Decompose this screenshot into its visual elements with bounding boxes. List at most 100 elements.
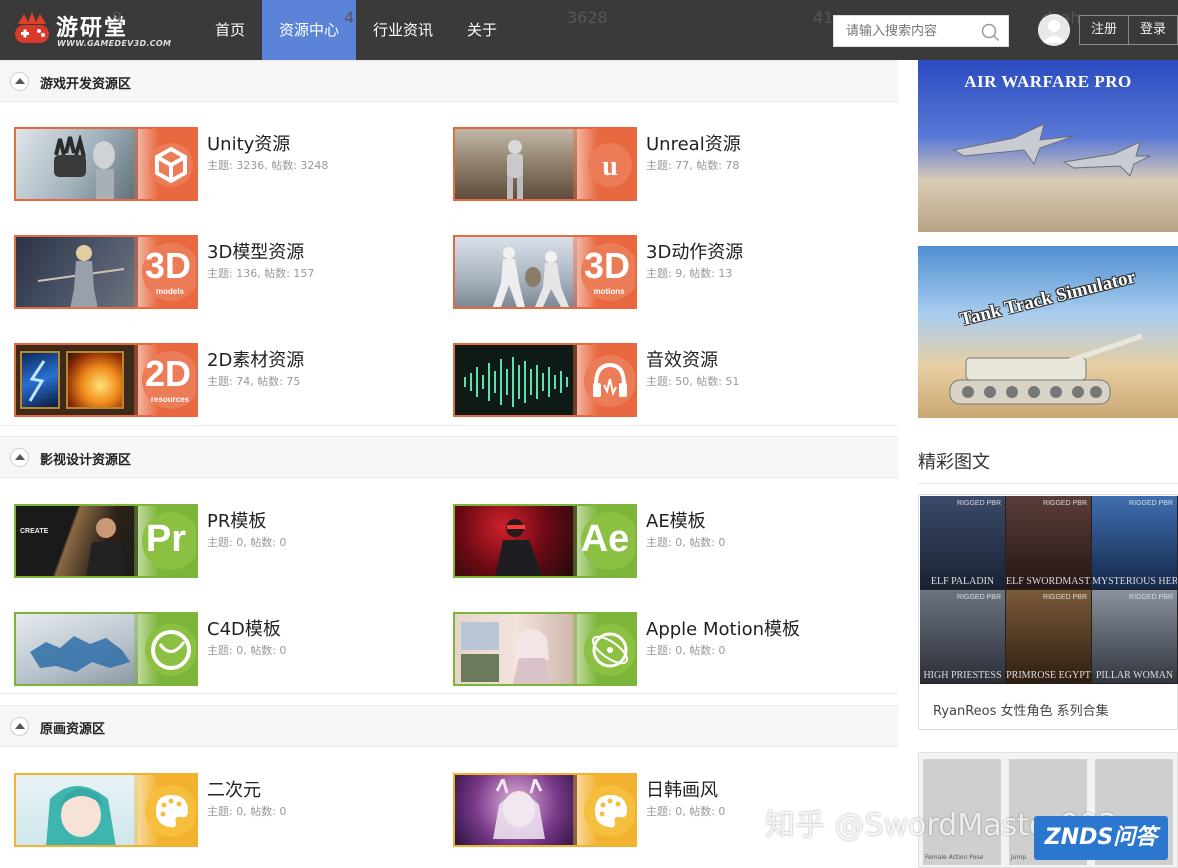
c4d-icon [144, 622, 198, 678]
section-header-game-dev: 游戏开发资源区 [0, 60, 898, 102]
featured-card[interactable]: RIGGED PBR ELF PALADIN RIGGED PBR ELF SW… [918, 494, 1178, 730]
forum-name[interactable]: 音效资源 [646, 346, 718, 372]
ad-banner-air-warfare[interactable]: AIR WARFARE PRO [918, 60, 1178, 232]
pose-label: Female Action Pose [925, 854, 983, 861]
forum-pr-templates[interactable]: CREATE Pr PR模板 主题: 0, 帖数: 0 [14, 504, 434, 578]
forum-badge-text: 3D [138, 245, 198, 287]
site-logo[interactable]: 游研堂 WWW.GAMEDEV3D.COM [10, 8, 160, 52]
nav-resource-center[interactable]: 资源中心 [262, 0, 356, 60]
forum-name[interactable]: C4D模板 [207, 615, 281, 641]
forum-stats: 主题: 3236, 帖数: 3248 [207, 157, 328, 173]
forum-thumbnail: Ae [453, 504, 637, 578]
search-icon[interactable] [980, 22, 1000, 42]
cell-tag: RIGGED PBR [1129, 594, 1173, 602]
forum-apple-motion-templates[interactable]: Apple Motion模板 主题: 0, 帖数: 0 [453, 612, 873, 686]
forum-name[interactable]: Unity资源 [207, 130, 290, 156]
forum-name[interactable]: Unreal资源 [646, 130, 741, 156]
forum-name[interactable]: Apple Motion模板 [646, 615, 800, 641]
forum-name[interactable]: 3D模型资源 [207, 238, 304, 264]
character-thumbnail: RIGGED PBR ELF SWORDMASTER [1006, 496, 1092, 590]
ad-title: AIR WARFARE PRO [918, 72, 1178, 92]
cell-label: ELF PALADIN [920, 576, 1005, 587]
forum-stats: 主题: 77, 帖数: 78 [646, 157, 739, 173]
collapse-toggle-icon[interactable] [10, 717, 29, 736]
section-title: 原画资源区 [40, 718, 105, 737]
forum-stats: 主题: 0, 帖数: 0 [207, 642, 286, 658]
forum-thumbnail: 3D models [14, 235, 198, 309]
forum-stats: 主题: 0, 帖数: 0 [646, 803, 725, 819]
forum-stats: 主题: 0, 帖数: 0 [207, 803, 286, 819]
login-button[interactable]: 登录 [1128, 16, 1177, 44]
forum-unity[interactable]: Unity资源 主题: 3236, 帖数: 3248 [14, 127, 434, 201]
cell-label: PRIMROSE EGYPT [1006, 670, 1091, 681]
cell-label: HIGH PRIESTESS [920, 670, 1005, 681]
palette-icon [583, 783, 637, 839]
cell-tag: RIGGED PBR [1043, 594, 1087, 602]
cell-tag: RIGGED PBR [957, 594, 1001, 602]
palette-icon [144, 783, 198, 839]
sidebar-divider [918, 483, 1178, 484]
ad-banner-tank-track[interactable]: Tank Track Simulator [918, 246, 1178, 418]
main-nav: 首页 资源中心 行业资讯 关于 [198, 0, 514, 60]
headphones-icon [583, 353, 637, 409]
ghost-number: 41 [813, 8, 833, 27]
forum-c4d-templates[interactable]: C4D模板 主题: 0, 帖数: 0 [14, 612, 434, 686]
collapse-toggle-icon[interactable] [10, 448, 29, 467]
sidebar-title: 精彩图文 [918, 448, 990, 474]
collapse-toggle-icon[interactable] [10, 72, 29, 91]
forum-anime-style[interactable]: 二次元 主题: 0, 帖数: 0 [14, 773, 434, 847]
forum-badge-text: Ae [575, 518, 635, 561]
featured-card-caption[interactable]: RyanReos 女性角色 系列合集 [933, 700, 1109, 719]
nav-about[interactable]: 关于 [450, 0, 514, 60]
gamepad-logo-icon [12, 10, 52, 50]
section-body-game-dev: Unity资源 主题: 3236, 帖数: 3248 u Unreal资源 主题… [0, 102, 898, 426]
forum-thumbnail: 3D motions [453, 235, 637, 309]
forum-3d-models[interactable]: 3D models 3D模型资源 主题: 136, 帖数: 157 [14, 235, 434, 309]
forum-stats: 主题: 74, 帖数: 75 [207, 373, 300, 389]
forum-sound[interactable]: 音效资源 主题: 50, 帖数: 51 [453, 343, 873, 417]
forum-name[interactable]: PR模板 [207, 507, 266, 533]
forum-badge-sub: resources [142, 395, 198, 404]
section-header-concept-art: 原画资源区 [0, 705, 898, 747]
section-body-concept-art: 二次元 主题: 0, 帖数: 0 日韩画风 主题: 0, 帖数: 0 [0, 747, 898, 868]
auth-buttons: 注册 登录 [1079, 15, 1178, 45]
ghost-number: 9 [112, 8, 122, 27]
unreal-icon: u [587, 139, 633, 191]
forum-name[interactable]: 日韩画风 [646, 776, 718, 802]
forum-2d-resources[interactable]: 2D resources 2D素材资源 主题: 74, 帖数: 75 [14, 343, 434, 417]
forum-stats: 主题: 136, 帖数: 157 [207, 265, 314, 281]
cell-tag: RIGGED PBR [1129, 500, 1173, 508]
forum-name[interactable]: 3D动作资源 [646, 238, 743, 264]
forum-unreal[interactable]: u Unreal资源 主题: 77, 帖数: 78 [453, 127, 873, 201]
forum-thumbnail [14, 773, 198, 847]
forum-badge-text: 3D [577, 245, 637, 287]
nav-industry-news[interactable]: 行业资讯 [356, 0, 450, 60]
character-thumbnail: RIGGED PBR MYSTERIOUS HEROINE XX [1092, 496, 1178, 590]
forum-stats: 主题: 0, 帖数: 0 [646, 642, 725, 658]
znds-logo: ZNDS问答 [1034, 816, 1168, 860]
section-title: 影视设计资源区 [40, 449, 131, 468]
forum-badge-text: 2D [138, 353, 198, 395]
forum-ae-templates[interactable]: Ae AE模板 主题: 0, 帖数: 0 [453, 504, 873, 578]
register-button[interactable]: 注册 [1080, 16, 1128, 44]
forum-name[interactable]: 二次元 [207, 776, 261, 802]
top-navbar: 游研堂 WWW.GAMEDEV3D.COM 首页 资源中心 行业资讯 关于 9 … [0, 0, 1178, 60]
section-title: 游戏开发资源区 [40, 73, 131, 92]
character-thumbnail: RIGGED PBR HIGH PRIESTESS [920, 590, 1006, 684]
motion-icon [583, 622, 637, 678]
forum-name[interactable]: AE模板 [646, 507, 706, 533]
user-avatar-icon[interactable] [1038, 14, 1070, 46]
forum-badge-text: Pr [136, 518, 196, 561]
cell-tag: RIGGED PBR [957, 500, 1001, 508]
nav-home[interactable]: 首页 [198, 0, 262, 60]
forum-stats: 主题: 50, 帖数: 51 [646, 373, 739, 389]
forum-3d-motions[interactable]: 3D motions 3D动作资源 主题: 9, 帖数: 13 [453, 235, 873, 309]
forum-thumbnail [14, 127, 198, 201]
search-input[interactable] [834, 16, 974, 46]
character-thumbnail: RIGGED PBR ELF PALADIN [920, 496, 1006, 590]
ghost-number: 4 [344, 8, 354, 27]
forum-name[interactable]: 2D素材资源 [207, 346, 304, 372]
forum-thumbnail [14, 612, 198, 686]
pose-label: Jump [1011, 854, 1026, 861]
cell-tag: RIGGED PBR [1043, 500, 1087, 508]
